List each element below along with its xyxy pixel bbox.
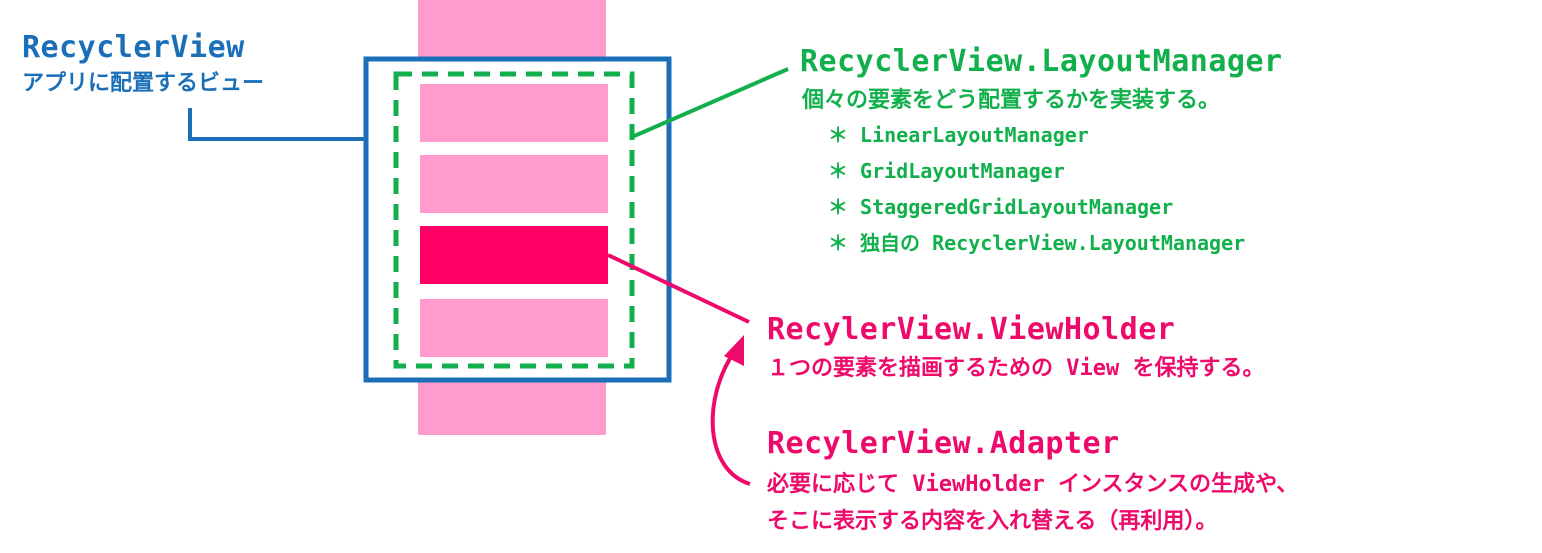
layout-manager-title: RecyclerView.LayoutManager [800, 44, 1283, 79]
adapter-desc-line2: そこに表示する内容を入れ替える（再利用）。 [767, 509, 1218, 534]
adapter-desc-line1: 必要に応じて ViewHolder インスタンスの生成や、 [767, 472, 1299, 497]
layout-manager-item: ＊ LinearLayoutManager [828, 123, 1089, 147]
recycler-view-desc: アプリに配置するビュー [22, 71, 265, 96]
list-item [420, 84, 608, 142]
layout-manager-item: ＊ StaggeredGridLayoutManager [828, 195, 1174, 219]
view-holder-desc: １つの要素を描画するための View を保持する。 [767, 356, 1265, 381]
recycler-view-title: RecyclerView [22, 30, 245, 65]
list-item-selected [420, 226, 608, 284]
adapter-to-viewholder-arrow [710, 350, 751, 486]
list-item [420, 155, 608, 213]
layout-manager-item: ＊ GridLayoutManager [828, 159, 1065, 183]
recycler-view-connector [188, 108, 364, 141]
adapter-title: RecylerView.Adapter [767, 426, 1120, 461]
layout-manager-desc: 個々の要素をどう配置するかを実装する。 [802, 88, 1221, 113]
layout-manager-item: ＊ 独自の RecyclerView.LayoutManager [828, 231, 1246, 255]
view-holder-title: RecylerView.ViewHolder [767, 312, 1176, 347]
list-item [420, 299, 608, 357]
